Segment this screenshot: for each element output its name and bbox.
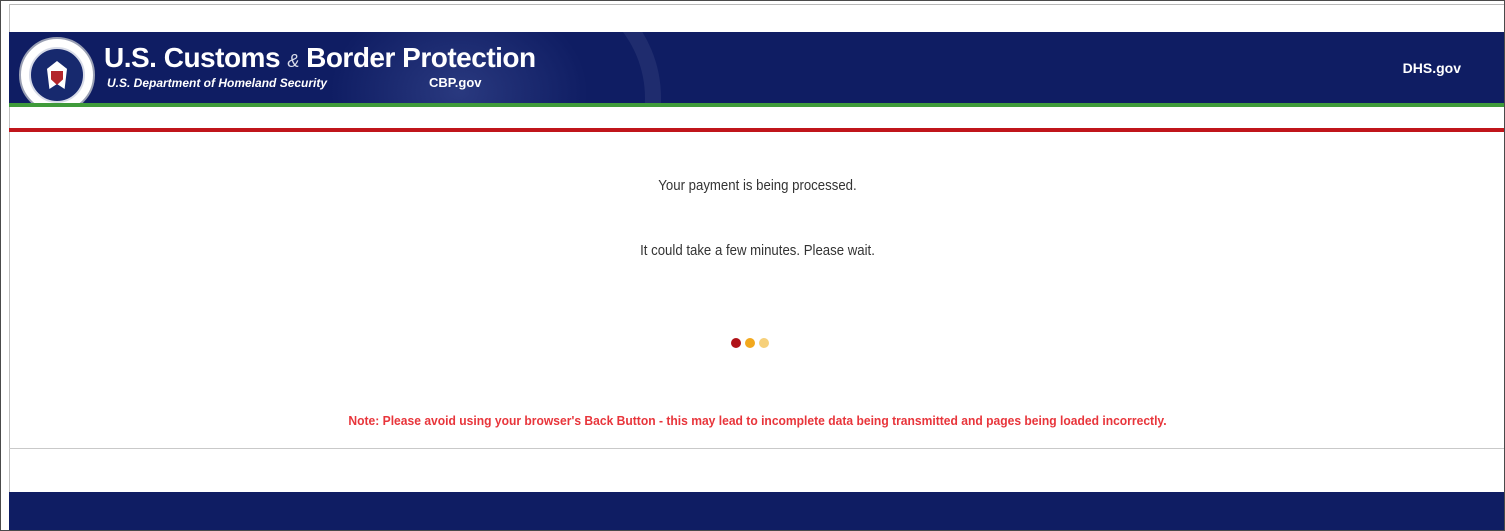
page-frame: U.S. Customs & Border Protection U.S. De… xyxy=(0,0,1505,531)
agency-title-amp: & xyxy=(287,51,299,71)
agency-title-part1: U.S. Customs xyxy=(104,42,281,73)
loader-dot-2 xyxy=(745,338,755,348)
loader-dot-1 xyxy=(731,338,741,348)
loading-indicator xyxy=(731,338,769,348)
top-strip xyxy=(9,4,1504,33)
agency-title-part2: Border Protection xyxy=(306,42,536,73)
footer-separator xyxy=(9,448,1504,449)
processing-panel: Your payment is being processed. It coul… xyxy=(9,132,1504,448)
site-header: U.S. Customs & Border Protection U.S. De… xyxy=(9,32,1504,103)
wait-message: It could take a few minutes. Please wait… xyxy=(640,242,875,259)
processing-message: Your payment is being processed. xyxy=(658,177,857,194)
cbp-gov-link[interactable]: CBP.gov xyxy=(429,75,482,90)
loader-dot-3 xyxy=(759,338,769,348)
agency-subtitle: U.S. Department of Homeland Security xyxy=(107,76,328,90)
dhs-gov-link[interactable]: DHS.gov xyxy=(1403,60,1461,76)
dhs-seal-icon xyxy=(19,37,95,103)
green-stripe xyxy=(9,103,1504,107)
back-button-warning: Note: Please avoid using your browser's … xyxy=(348,413,1167,428)
site-footer xyxy=(9,492,1504,530)
agency-title: U.S. Customs & Border Protection xyxy=(104,42,536,74)
